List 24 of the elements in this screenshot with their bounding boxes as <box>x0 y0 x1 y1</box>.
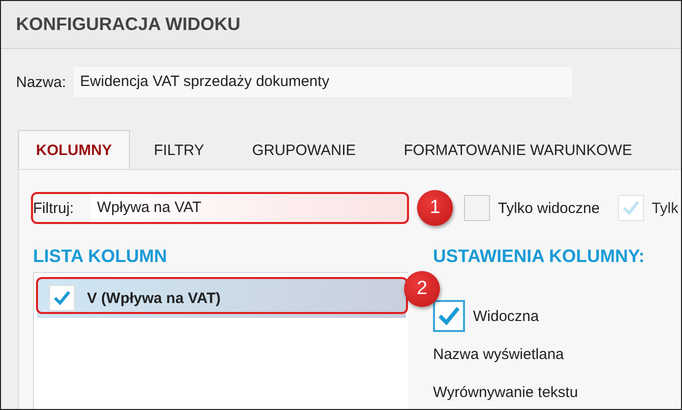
tab[interactable]: FORMATOWANIE WARUNKOWE <box>386 130 650 170</box>
column-name: V (Wpływa na VAT) <box>87 290 221 306</box>
check-icon <box>52 288 72 308</box>
checkbox-label: Tylko widoczne <box>498 200 600 216</box>
section-heading: USTAWIENIA KOLUMNY: <box>433 246 645 268</box>
tab[interactable]: FILTRY <box>136 130 222 170</box>
checkbox-label: Tylk <box>652 200 678 216</box>
window-title: KONFIGURACJA WIDOKU <box>16 14 240 35</box>
filter-field[interactable]: Wpływa na VAT <box>91 193 409 223</box>
filter-label: Filtruj: <box>33 200 75 216</box>
tab[interactable]: KOLUMNY <box>18 130 130 170</box>
checkbox-label: Widoczna <box>473 308 539 324</box>
callout-badge: 2 <box>404 271 440 307</box>
name-label: Nazwa: <box>16 74 66 90</box>
list-item[interactable]: V (Wpływa na VAT) <box>37 278 406 318</box>
field-label: Wyrównywanie tekstu <box>433 384 579 403</box>
tab[interactable]: GRUPOWANIE <box>234 130 374 170</box>
check-icon <box>620 198 641 218</box>
checkbox[interactable] <box>433 300 465 332</box>
callout-badge: 1 <box>417 190 453 226</box>
name-field[interactable]: Ewidencja VAT sprzedaży dokumenty <box>74 67 572 97</box>
checkbox[interactable] <box>464 195 490 221</box>
section-heading: LISTA KOLUMN <box>33 246 168 268</box>
field-label: Nazwa wyświetlana <box>433 346 565 365</box>
